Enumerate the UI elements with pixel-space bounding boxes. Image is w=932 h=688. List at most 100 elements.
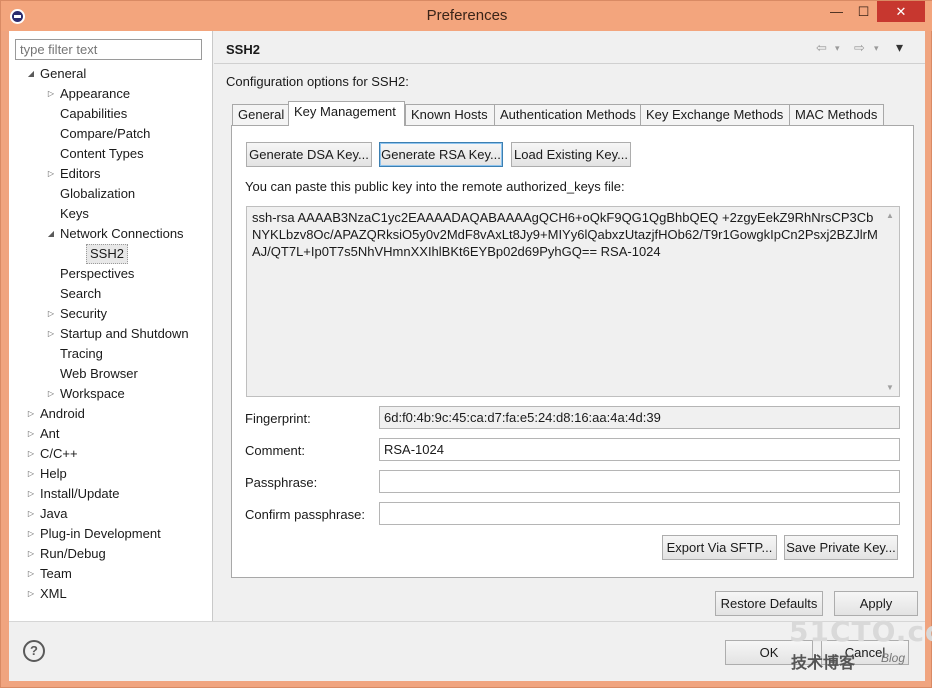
collapsed-arrow-icon[interactable]: ▷: [25, 484, 37, 504]
tree-item[interactable]: ▷ Security: [9, 304, 212, 324]
generate-dsa-key-button[interactable]: Generate DSA Key...: [246, 142, 372, 167]
collapsed-arrow-icon[interactable]: ▷: [25, 504, 37, 524]
tree-item[interactable]: Web Browser: [9, 364, 212, 384]
expanded-arrow-icon[interactable]: ◢: [25, 64, 37, 84]
tree-item-label: Perspectives: [60, 266, 135, 281]
help-icon[interactable]: ?: [23, 640, 45, 662]
tree-item[interactable]: ◢ General: [9, 64, 212, 84]
tree-item[interactable]: ▷ Plug-in Development: [9, 524, 212, 544]
tree-item[interactable]: Tracing: [9, 344, 212, 364]
tree-item[interactable]: ▷ Team: [9, 564, 212, 584]
tree-item-label: Install/Update: [40, 486, 120, 501]
tree-item[interactable]: ▷ Install/Update: [9, 484, 212, 504]
page-title: SSH2: [226, 42, 260, 57]
passphrase-field[interactable]: [379, 470, 900, 493]
tree-item[interactable]: ▷ Startup and Shutdown: [9, 324, 212, 344]
collapsed-arrow-icon[interactable]: ▷: [45, 304, 57, 324]
collapsed-arrow-icon[interactable]: ▷: [45, 384, 57, 404]
tree-item[interactable]: SSH2: [9, 244, 212, 264]
export-via-sftp-button[interactable]: Export Via SFTP...: [662, 535, 777, 560]
tree-item-label: Capabilities: [60, 106, 128, 121]
tree-item[interactable]: Perspectives: [9, 264, 212, 284]
close-button[interactable]: ✕: [877, 1, 925, 22]
tree-item-label: General: [40, 66, 87, 81]
tree-item[interactable]: ▷ Appearance: [9, 84, 212, 104]
passphrase-label: Passphrase:: [245, 475, 318, 490]
tab-mac-methods[interactable]: MAC Methods: [789, 104, 884, 126]
minimize-button[interactable]: —: [823, 1, 850, 22]
page-header: SSH2 ⇦ ▾ ⇨ ▾ ▾: [214, 31, 925, 64]
load-existing-key-button[interactable]: Load Existing Key...: [511, 142, 631, 167]
generate-rsa-key-button[interactable]: Generate RSA Key...: [379, 142, 503, 167]
tree-item-label: Search: [60, 286, 102, 301]
public-key-scrollbar[interactable]: ▲ ▼: [882, 207, 899, 396]
tree-item-label: Workspace: [60, 386, 125, 401]
scroll-up-icon[interactable]: ▲: [886, 211, 894, 220]
tree-item[interactable]: ▷ Help: [9, 464, 212, 484]
title-bar[interactable]: Preferences — ☐ ✕: [1, 1, 932, 31]
back-arrow-icon[interactable]: ⇦: [816, 40, 827, 56]
tree-item-label: Compare/Patch: [60, 126, 151, 141]
tree-item-label: Web Browser: [60, 366, 138, 381]
fingerprint-field[interactable]: 6d:f0:4b:9c:45:ca:d7:fa:e5:24:d8:16:aa:4…: [379, 406, 900, 429]
confirm-passphrase-field[interactable]: [379, 502, 900, 525]
tree-item-label: Appearance: [60, 86, 131, 101]
tree-item[interactable]: Keys: [9, 204, 212, 224]
tree-item[interactable]: Content Types: [9, 144, 212, 164]
tree-item[interactable]: ▷ XML: [9, 584, 212, 604]
tab-key-exchange-methods[interactable]: Key Exchange Methods: [640, 104, 790, 126]
back-dropdown-icon[interactable]: ▾: [835, 43, 840, 54]
tree-item-label: Ant: [40, 426, 60, 441]
expanded-arrow-icon[interactable]: ◢: [45, 224, 57, 244]
public-key-textarea[interactable]: ssh-rsa AAAAB3NzaC1yc2EAAAADAQABAAAAgQCH…: [246, 206, 900, 397]
maximize-button[interactable]: ☐: [850, 1, 877, 22]
tree-item[interactable]: ◢ Network Connections: [9, 224, 212, 244]
filter-input[interactable]: [15, 39, 202, 60]
collapsed-arrow-icon[interactable]: ▷: [25, 404, 37, 424]
watermark-site: 51CTO.com: [789, 615, 932, 648]
preference-page: SSH2 ⇦ ▾ ⇨ ▾ ▾ Configuration options for…: [214, 31, 925, 621]
collapsed-arrow-icon[interactable]: ▷: [25, 464, 37, 484]
watermark-blog: Blog: [881, 651, 906, 665]
comment-label: Comment:: [245, 443, 305, 458]
apply-button[interactable]: Apply: [834, 591, 918, 616]
collapsed-arrow-icon[interactable]: ▷: [45, 324, 57, 344]
collapsed-arrow-icon[interactable]: ▷: [25, 444, 37, 464]
forward-arrow-icon[interactable]: ⇨: [854, 40, 865, 56]
collapsed-arrow-icon[interactable]: ▷: [25, 544, 37, 564]
scroll-down-icon[interactable]: ▼: [886, 383, 894, 392]
tree-item[interactable]: Search: [9, 284, 212, 304]
collapsed-arrow-icon[interactable]: ▷: [25, 424, 37, 444]
tree-item[interactable]: ▷ C/C++: [9, 444, 212, 464]
tree-item[interactable]: Globalization: [9, 184, 212, 204]
tree-item[interactable]: Capabilities: [9, 104, 212, 124]
preferences-window: Preferences — ☐ ✕ ◢General▷AppearanceCap…: [0, 0, 932, 688]
tab-known-hosts[interactable]: Known Hosts: [405, 104, 502, 126]
tree-item[interactable]: ▷ Workspace: [9, 384, 212, 404]
tree-item-label: Java: [40, 506, 68, 521]
collapsed-arrow-icon[interactable]: ▷: [25, 524, 37, 544]
forward-dropdown-icon[interactable]: ▾: [874, 43, 879, 54]
tab-general[interactable]: General: [232, 104, 289, 126]
view-menu-icon[interactable]: ▾: [896, 39, 903, 56]
restore-defaults-button[interactable]: Restore Defaults: [715, 591, 823, 616]
tab-authentication-methods[interactable]: Authentication Methods: [494, 104, 641, 126]
tree-item[interactable]: Compare/Patch: [9, 124, 212, 144]
fingerprint-label: Fingerprint:: [245, 411, 311, 426]
tree-item[interactable]: ▷ Ant: [9, 424, 212, 444]
collapsed-arrow-icon[interactable]: ▷: [25, 564, 37, 584]
tree-item[interactable]: ▷ Android: [9, 404, 212, 424]
collapsed-arrow-icon[interactable]: ▷: [25, 584, 37, 604]
save-private-key-button[interactable]: Save Private Key...: [784, 535, 898, 560]
tree-item[interactable]: ▷ Editors: [9, 164, 212, 184]
tree-item[interactable]: ▷ Java: [9, 504, 212, 524]
dialog-client: ◢General▷AppearanceCapabilitiesCompare/P…: [9, 31, 925, 681]
tree-item[interactable]: ▷ Run/Debug: [9, 544, 212, 564]
collapsed-arrow-icon[interactable]: ▷: [45, 84, 57, 104]
tree-item-label: Content Types: [60, 146, 144, 161]
comment-field[interactable]: RSA-1024: [379, 438, 900, 461]
public-key-text[interactable]: ssh-rsa AAAAB3NzaC1yc2EAAAADAQABAAAAgQCH…: [252, 209, 882, 260]
collapsed-arrow-icon[interactable]: ▷: [45, 164, 57, 184]
tab-key-management[interactable]: Key Management: [288, 101, 405, 126]
tree-item-label: Team: [40, 566, 72, 581]
